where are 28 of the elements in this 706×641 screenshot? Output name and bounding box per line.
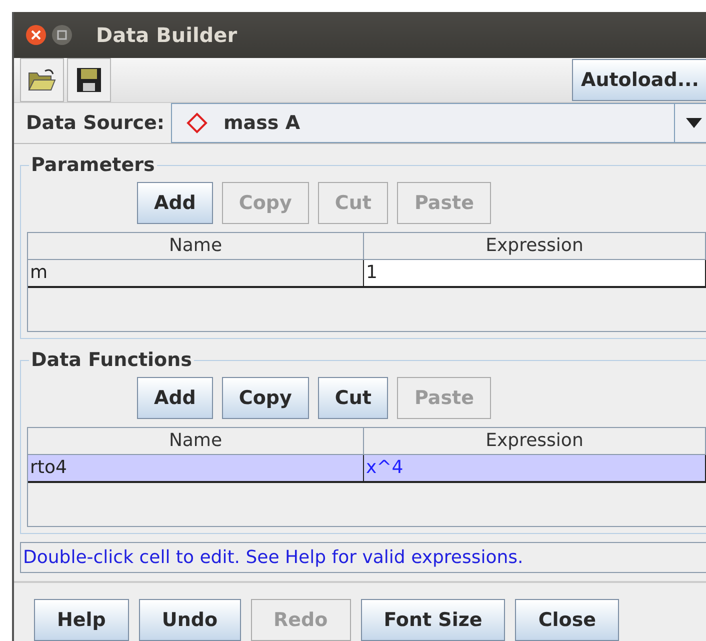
button[interactable]: Help — [34, 599, 129, 641]
table-cell[interactable]: m — [28, 260, 364, 288]
panel-title: Parameters — [30, 154, 156, 176]
window-title: Data Builder — [96, 23, 238, 47]
button[interactable]: Cut — [318, 377, 388, 419]
button[interactable]: Undo — [138, 599, 241, 641]
panel-title: Data Functions — [30, 349, 193, 371]
button[interactable]: Add — [137, 182, 213, 224]
table-cell[interactable]: x^4 — [364, 455, 706, 483]
button[interactable]: Font Size — [360, 599, 506, 641]
button[interactable]: Close — [515, 599, 620, 641]
maximize-icon[interactable] — [52, 25, 72, 45]
column-header[interactable]: Expression — [364, 428, 706, 455]
data-source-label: Data Source: — [26, 112, 164, 134]
button[interactable]: Copy — [222, 377, 309, 419]
data-source-dropdown[interactable]: mass A — [170, 103, 706, 143]
save-icon[interactable] — [67, 58, 111, 102]
column-header[interactable]: Name — [28, 233, 364, 260]
column-header[interactable]: Name — [28, 428, 364, 455]
close-icon[interactable] — [26, 25, 46, 45]
table-cell[interactable]: 1 — [364, 260, 706, 288]
column-header[interactable]: Expression — [364, 233, 706, 260]
button[interactable]: Add — [137, 377, 213, 419]
autoload-button[interactable]: Autoload... — [572, 59, 706, 101]
folder-icon[interactable] — [20, 58, 64, 102]
status-message: Double-click cell to edit. See Help for valid expressions. — [20, 542, 706, 573]
table-cell[interactable]: rto4 — [28, 455, 364, 483]
diamond-icon — [186, 112, 208, 134]
